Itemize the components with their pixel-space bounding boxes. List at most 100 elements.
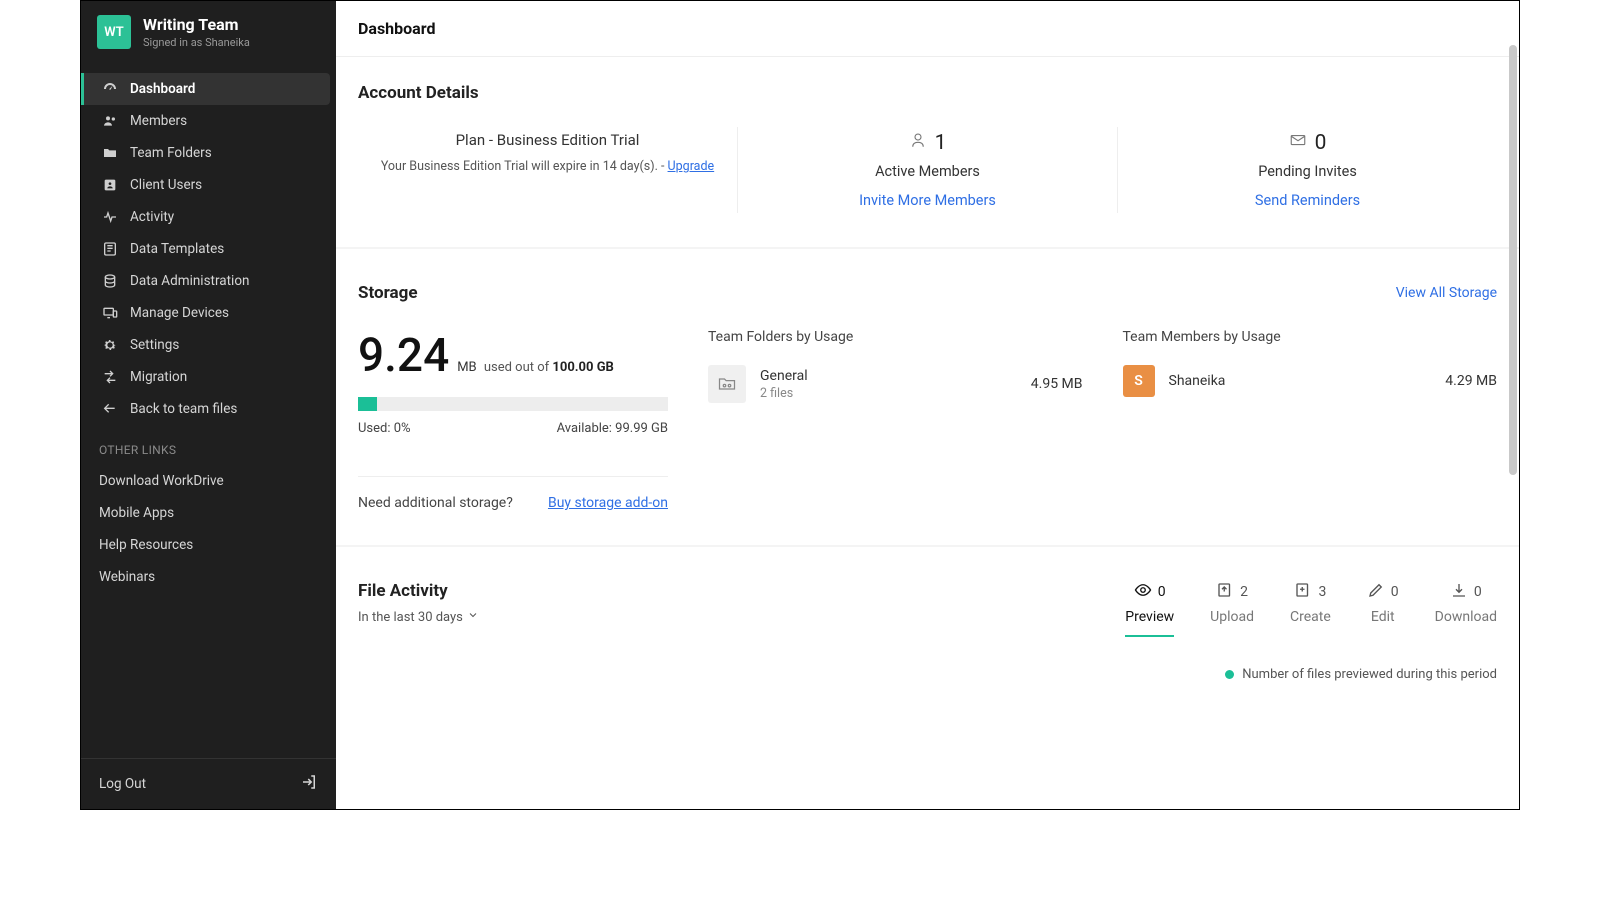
team-name: Writing Team — [143, 15, 250, 34]
chevron-down-icon — [467, 609, 479, 625]
sidebar-item-label: Client Users — [130, 177, 202, 193]
member-usage-row[interactable]: S Shaneika 4.29 MB — [1123, 365, 1498, 397]
sidebar-item-label: Settings — [130, 337, 179, 353]
account-heading: Account Details — [358, 83, 1497, 103]
tab-download[interactable]: 0 Download — [1435, 581, 1497, 637]
period-label: In the last 30 days — [358, 610, 463, 625]
primary-nav: Dashboard Members Team Folders Client Us… — [81, 73, 336, 425]
account-row: Plan - Business Edition Trial Your Busin… — [358, 127, 1497, 213]
tab-edit[interactable]: 0 Edit — [1367, 581, 1399, 637]
main-content: Dashboard Account Details Plan - Busines… — [336, 1, 1519, 809]
sidebar-item-members[interactable]: Members — [81, 105, 336, 137]
folder-name: General — [760, 368, 1017, 384]
folder-icon — [708, 365, 746, 403]
team-avatar: WT — [97, 15, 131, 49]
devices-icon — [102, 305, 118, 321]
storage-bar-fill — [358, 397, 377, 411]
sidebar-item-back[interactable]: Back to team files — [81, 393, 336, 425]
section-divider — [336, 247, 1519, 249]
members-usage-column: Team Members by Usage S Shaneika 4.29 MB — [1123, 329, 1498, 511]
sidebar-item-manage-devices[interactable]: Manage Devices — [81, 297, 336, 329]
pending-invites-column: 0 Pending Invites Send Reminders — [1117, 127, 1497, 213]
sidebar-item-label: Manage Devices — [130, 305, 229, 321]
member-avatar: S — [1123, 365, 1155, 397]
eye-icon — [1134, 581, 1152, 603]
folder-size: 4.95 MB — [1031, 376, 1083, 392]
members-icon — [102, 113, 118, 129]
active-members-column: 1 Active Members Invite More Members — [737, 127, 1117, 213]
storage-used-unit: MB — [457, 360, 476, 375]
member-name: Shaneika — [1169, 373, 1432, 389]
folder-file-count: 2 files — [760, 386, 1017, 401]
data-templates-icon — [102, 241, 118, 257]
other-link-download[interactable]: Download WorkDrive — [81, 465, 336, 497]
create-icon — [1294, 581, 1312, 603]
sidebar-item-migration[interactable]: Migration — [81, 361, 336, 393]
page-header: Dashboard — [336, 1, 1519, 57]
tab-create[interactable]: 3 Create — [1290, 581, 1331, 637]
sidebar-item-label: Data Templates — [130, 241, 224, 257]
pending-invites-count: 0 — [1315, 131, 1327, 155]
sidebar: WT Writing Team Signed in as Shaneika Da… — [81, 1, 336, 809]
sidebar-item-settings[interactable]: Settings — [81, 329, 336, 361]
tab-label: Preview — [1125, 609, 1174, 625]
invite-members-link[interactable]: Invite More Members — [859, 192, 996, 209]
storage-used-number: 9.24 — [358, 329, 449, 383]
back-icon — [102, 401, 118, 417]
logout-label: Log Out — [99, 776, 146, 792]
folder-usage-row[interactable]: General 2 files 4.95 MB — [708, 365, 1083, 403]
user-icon — [909, 131, 927, 155]
period-selector[interactable]: In the last 30 days — [358, 609, 479, 625]
logout-icon — [300, 773, 318, 795]
logout-button[interactable]: Log Out — [81, 758, 336, 809]
active-members-count: 1 — [935, 131, 947, 155]
other-link-help[interactable]: Help Resources — [81, 529, 336, 561]
storage-summary: 9.24 MB used out of 100.00 GB Used: 0% A… — [358, 329, 668, 511]
dashboard-icon — [102, 81, 118, 97]
tab-count: 0 — [1474, 584, 1482, 600]
sidebar-item-data-admin[interactable]: Data Administration — [81, 265, 336, 297]
section-divider — [336, 545, 1519, 547]
storage-used-label: Used: 0% — [358, 421, 411, 436]
other-links-heading: OTHER LINKS — [81, 425, 336, 465]
activity-legend: Number of files previewed during this pe… — [358, 667, 1497, 682]
plan-column: Plan - Business Edition Trial Your Busin… — [358, 127, 737, 213]
scrollbar[interactable] — [1509, 45, 1517, 475]
tab-count: 0 — [1158, 584, 1166, 600]
send-reminders-link[interactable]: Send Reminders — [1255, 192, 1360, 209]
other-link-mobile[interactable]: Mobile Apps — [81, 497, 336, 529]
folders-usage-title: Team Folders by Usage — [708, 329, 1083, 345]
activity-tabs: 0 Preview 2 Upload 3 — [1125, 581, 1497, 637]
view-all-storage-link[interactable]: View All Storage — [1396, 285, 1497, 301]
sidebar-item-label: Back to team files — [130, 401, 237, 417]
upgrade-link[interactable]: Upgrade — [668, 159, 715, 174]
storage-available-label: Available: 99.99 GB — [557, 421, 668, 436]
gear-icon — [102, 337, 118, 353]
sidebar-item-client-users[interactable]: Client Users — [81, 169, 336, 201]
sidebar-item-data-templates[interactable]: Data Templates — [81, 233, 336, 265]
sidebar-item-dashboard[interactable]: Dashboard — [81, 73, 330, 105]
tab-upload[interactable]: 2 Upload — [1210, 581, 1254, 637]
storage-bar — [358, 397, 668, 411]
upload-icon — [1216, 581, 1234, 603]
pending-invites-label: Pending Invites — [1128, 163, 1487, 180]
tab-label: Upload — [1210, 609, 1254, 625]
plan-title: Plan - Business Edition Trial — [368, 131, 727, 149]
signed-in-label: Signed in as Shaneika — [143, 36, 250, 49]
team-folders-icon — [102, 145, 118, 161]
file-activity-heading: File Activity — [358, 581, 479, 601]
need-storage-text: Need additional storage? — [358, 495, 513, 511]
other-link-webinars[interactable]: Webinars — [81, 561, 336, 593]
activity-icon — [102, 209, 118, 225]
sidebar-item-team-folders[interactable]: Team Folders — [81, 137, 336, 169]
migration-icon — [102, 369, 118, 385]
sidebar-item-label: Team Folders — [130, 145, 212, 161]
sidebar-item-label: Dashboard — [130, 81, 195, 97]
tab-preview[interactable]: 0 Preview — [1125, 581, 1174, 637]
buy-storage-link[interactable]: Buy storage add-on — [548, 495, 668, 511]
storage-total: 100.00 GB — [552, 360, 613, 375]
sidebar-item-activity[interactable]: Activity — [81, 201, 336, 233]
legend-text: Number of files previewed during this pe… — [1242, 667, 1497, 682]
envelope-icon — [1289, 131, 1307, 155]
tab-label: Create — [1290, 609, 1331, 625]
